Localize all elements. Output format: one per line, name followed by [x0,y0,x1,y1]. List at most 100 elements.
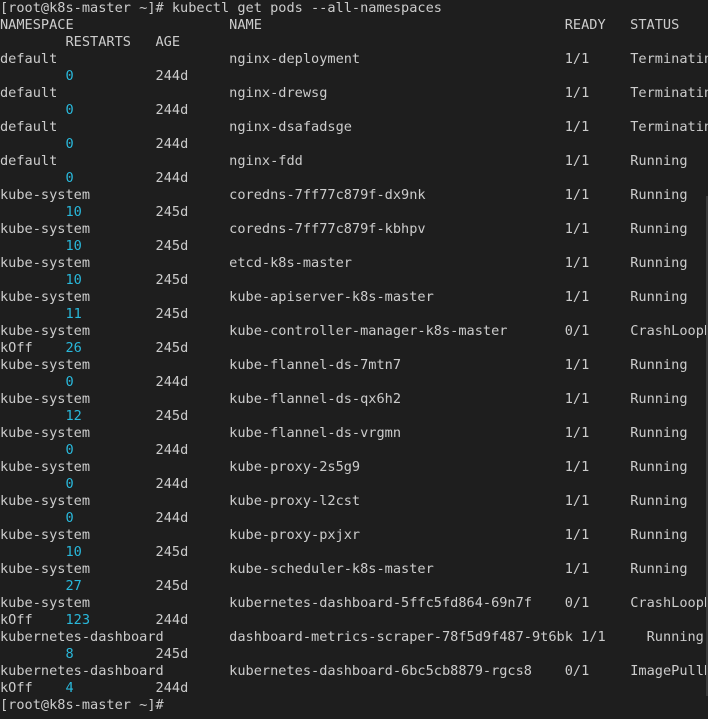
pod-age: 244d [155,476,189,492]
pod-status: Running [630,459,688,475]
table-header-line-2: RESTARTS AGE [0,34,181,50]
pod-age: 244d [155,102,189,118]
pod-name: kube-apiserver-k8s-master [229,289,434,305]
pod-namespace: kube-system [0,221,91,237]
pod-status: Terminating [630,119,708,135]
pod-ready: 0/1 [564,323,590,339]
pod-age: 244d [155,612,189,628]
pod-status: Running [646,629,704,645]
pod-age: 245d [155,408,189,424]
pod-row-primary: kube-system etcd-k8s-master 1/1 Running [0,255,688,272]
pod-ready: 1/1 [564,391,590,407]
pod-status: Running [630,493,688,509]
pod-ready: 1/1 [564,221,590,237]
pod-row-primary: kube-system kube-scheduler-k8s-master 1/… [0,561,688,578]
pod-restarts: 10 [65,204,82,220]
pod-name: kube-proxy-l2cst [229,493,361,509]
pod-row-secondary: 11 245d [0,306,188,323]
pod-row-primary: kube-system kube-proxy-2s5g9 1/1 Running [0,459,688,476]
pod-age: 244d [155,442,189,458]
pod-status: ImagePullBac [630,663,708,679]
pod-ready: 1/1 [581,629,606,645]
pod-restarts: 11 [65,306,82,322]
pod-age: 244d [155,170,189,186]
pod-namespace: default [0,119,58,135]
pod-row-secondary: 0 244d [0,68,188,85]
pod-row-secondary: 0 244d [0,170,188,187]
pod-row-secondary: 0 244d [0,102,188,119]
pod-restarts: 0 [65,510,74,526]
pod-restarts: 0 [65,476,74,492]
pod-name: coredns-7ff77c879f-dx9nk [229,187,426,203]
pod-name: nginx-dsafadsge [229,119,352,135]
pod-status: Running [630,425,688,441]
command-prompt-idle[interactable]: [root@k8s-master ~]# [0,697,164,714]
pod-row-primary: kube-system kube-flannel-ds-vrgmn 1/1 Ru… [0,425,688,442]
pod-name: kube-flannel-ds-7mtn7 [229,357,402,373]
pod-row-secondary: kOff 26 245d [0,340,188,357]
pod-namespace: default [0,51,58,67]
pod-ready: 1/1 [564,357,590,373]
pod-name: kube-scheduler-k8s-master [229,561,434,577]
pod-name: nginx-deployment [229,51,361,67]
pod-age: 244d [155,68,189,84]
pod-row-secondary: 0 244d [0,442,188,459]
pod-row-primary: kube-system kube-proxy-l2cst 1/1 Running [0,493,688,510]
pod-age: 245d [155,306,189,322]
pod-namespace: kube-system [0,255,91,271]
pod-age: 244d [155,136,189,152]
pod-restarts: 0 [65,68,74,84]
pod-status: Running [630,561,688,577]
pod-row-secondary: 0 244d [0,136,188,153]
pod-row-primary: default nginx-deployment 1/1 Terminating [0,51,708,68]
pod-row-secondary: kOff 4 244d [0,680,188,697]
pod-row-secondary: 10 245d [0,238,188,255]
pod-row-primary: kubernetes-dashboard kubernetes-dashboar… [0,663,708,680]
pod-restarts: 4 [65,680,74,696]
pod-restarts: 0 [65,170,74,186]
pod-row-primary: default nginx-fdd 1/1 Running [0,153,688,170]
pod-status: Terminating [630,85,708,101]
pod-restarts: 8 [65,646,74,662]
pod-row-secondary: 27 245d [0,578,188,595]
pod-namespace: kube-system [0,425,91,441]
pod-age: 245d [155,204,189,220]
pod-status-overflow: kOff [0,340,33,356]
pod-row-primary: kube-system coredns-7ff77c879f-kbhpv 1/1… [0,221,688,238]
pod-ready: 1/1 [564,255,590,271]
terminal-output[interactable]: [root@k8s-master ~]# kubectl get pods --… [0,0,708,719]
pod-age: 244d [155,680,189,696]
pod-row-secondary: 0 244d [0,374,188,391]
pod-restarts: 0 [65,442,74,458]
pod-age: 245d [155,544,189,560]
pod-ready: 1/1 [564,561,590,577]
pod-name: nginx-drewsg [229,85,328,101]
pod-restarts: 26 [65,340,82,356]
pod-row-secondary: 10 245d [0,544,188,561]
pod-status: Running [630,221,688,237]
pod-row-secondary: 10 245d [0,204,188,221]
pod-age: 245d [155,340,189,356]
pod-age: 245d [155,238,189,254]
pod-name: kubernetes-dashboard-5ffc5fd864-69n7f [229,595,532,611]
pod-ready: 1/1 [564,119,590,135]
pod-row-primary: kube-system coredns-7ff77c879f-dx9nk 1/1… [0,187,688,204]
pod-status: Running [630,255,688,271]
pod-row-secondary: 10 245d [0,272,188,289]
pod-restarts: 123 [65,612,91,628]
pod-namespace: kube-system [0,289,91,305]
pod-status: Running [630,527,688,543]
pod-ready: 1/1 [564,85,590,101]
pod-status-overflow: kOff [0,680,33,696]
pod-namespace: kube-system [0,493,91,509]
pod-restarts: 12 [65,408,82,424]
pod-name: dashboard-metrics-scraper-78f5d9f487-9t6… [229,629,573,645]
pod-status: Running [630,357,688,373]
pod-age: 245d [155,646,189,662]
pod-age: 245d [155,272,189,288]
pod-namespace: default [0,85,58,101]
pod-name: etcd-k8s-master [229,255,352,271]
pod-namespace: kube-system [0,561,91,577]
pod-restarts: 0 [65,136,74,152]
pod-namespace: default [0,153,58,169]
